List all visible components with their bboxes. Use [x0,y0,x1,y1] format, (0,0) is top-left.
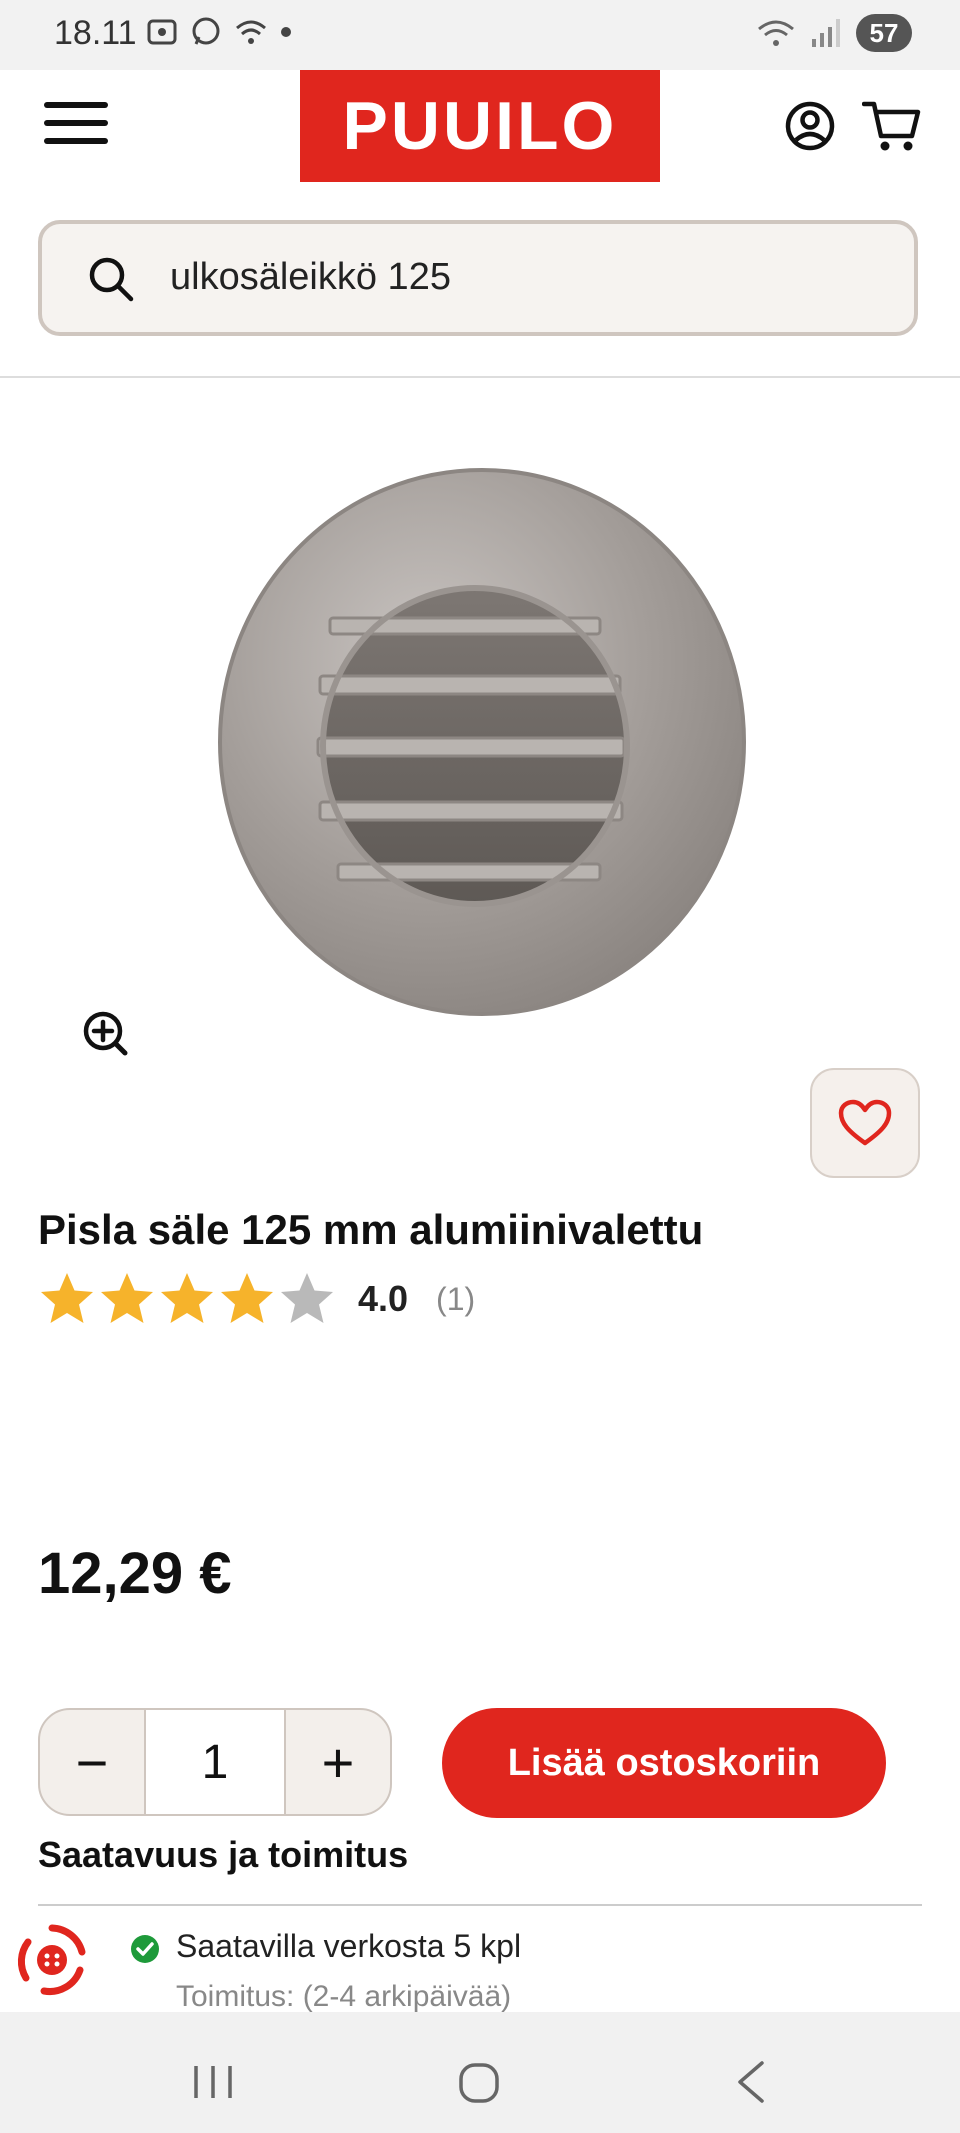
star-filled-icon [41,1273,93,1323]
product-title: Pisla säle 125 mm alumiinivalettu [38,1206,704,1253]
star-filled-icon [161,1273,213,1323]
heart-icon [838,1099,892,1146]
status-time: 18.11 [54,14,137,52]
favorite-button[interactable] [810,1068,920,1178]
zoom-in-icon[interactable] [82,1010,128,1056]
menu-icon-line [44,120,108,126]
stock-status: Saatavilla verkosta 5 kpl [176,1928,522,1964]
product-rating[interactable]: 4.0 (1) [38,1270,475,1328]
star-filled-icon [101,1273,153,1323]
product-image[interactable] [210,466,750,1016]
search-input[interactable]: ulkosäleikkö 125 [38,220,918,336]
rating-value: 4.0 [358,1278,409,1319]
quantity-stepper: − 1 + [38,1708,392,1816]
recent-apps-icon[interactable] [192,2064,234,2100]
status-notification-icons [146,16,292,48]
quantity-input[interactable]: 1 [144,1710,286,1814]
dot-icon [281,27,291,37]
whatsapp-icon [192,17,220,45]
delivery-time: Toimitus: (2-4 arkipäivää) [176,1980,512,2013]
rating-stars [38,1270,336,1328]
availability-title: Saatavuus ja toimitus [38,1834,409,1875]
screenshot-notification-icon [147,19,177,45]
quantity-increase-button[interactable]: + [286,1710,390,1814]
product-price: 12,29 € [38,1541,232,1606]
back-icon[interactable] [732,2060,768,2104]
search-query: ulkosäleikkö 125 [170,256,451,298]
rating-count: (1) [436,1280,476,1317]
wifi-alert-icon [236,20,266,44]
add-to-cart-button[interactable]: Lisää ostoskoriin [442,1708,886,1818]
header-divider [0,376,960,378]
signal-icon [812,19,840,47]
account-icon[interactable] [784,100,836,152]
status-system-icons: 57 [756,14,912,52]
logo-text: PUUILO [342,88,618,164]
menu-icon-line [44,138,108,144]
puuilo-logo[interactable]: PUUILO [300,70,660,182]
wifi-icon [758,20,794,46]
availability-divider [38,1904,922,1906]
status-bar: 18.11 57 [0,0,960,70]
search-icon [89,257,134,302]
battery-indicator: 57 [856,14,912,52]
cart-icon[interactable] [862,98,922,154]
check-circle-icon [131,1935,159,1963]
site-header: PUUILO [0,70,960,185]
delivery-logo-icon [17,1924,86,1995]
star-empty-icon [281,1273,333,1323]
menu-icon-line [44,102,108,108]
quantity-decrease-button[interactable]: − [40,1710,144,1814]
menu-button[interactable] [44,102,108,152]
home-icon[interactable] [458,2062,500,2104]
system-nav-bar [0,2012,960,2133]
star-filled-icon [221,1273,273,1323]
